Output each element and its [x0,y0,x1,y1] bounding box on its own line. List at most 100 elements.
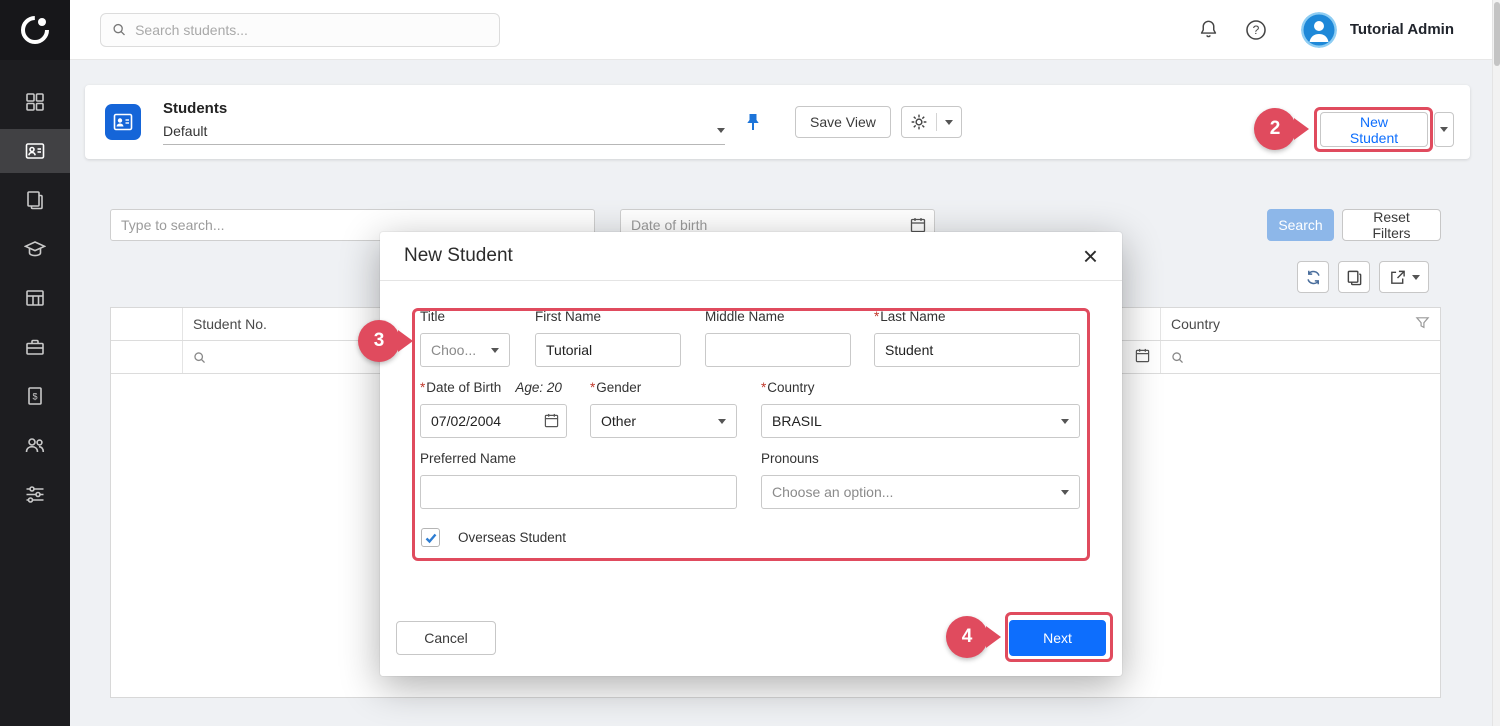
topbar: ? Tutorial Admin [70,0,1492,60]
chevron-down-icon [1061,419,1069,424]
notifications-button[interactable] [1198,19,1219,40]
modal-header: New Student × [380,232,1122,281]
close-icon[interactable]: × [1083,243,1098,269]
reset-filters-button[interactable]: Reset Filters [1342,209,1441,241]
topbar-right: ? Tutorial Admin [1172,12,1492,48]
global-search [100,13,500,47]
title-select[interactable]: Choo... [420,333,510,367]
save-view-button[interactable]: Save View [795,106,891,138]
search-button[interactable]: Search [1267,209,1334,241]
refresh-button[interactable] [1297,261,1329,293]
last-name-input[interactable] [874,333,1080,367]
graduation-cap-icon [24,238,46,260]
sidebar: $ [0,0,70,726]
annotation-step-4-badge: 4 [946,616,988,658]
briefcase-icon [24,336,46,358]
invoice-icon: $ [24,385,46,407]
svg-text:?: ? [1252,23,1259,37]
first-name-input[interactable] [535,333,681,367]
annotation-step-3-badge: 3 [358,320,400,362]
new-student-modal: New Student × Title Choo... First Name M… [380,232,1122,676]
people-icon [24,434,46,456]
students-icon [24,140,46,162]
table-icon [24,287,46,309]
sidebar-item-courses[interactable] [0,227,70,271]
overseas-student-checkbox[interactable] [421,528,440,547]
export-icon [1389,269,1406,286]
filter-cell-country[interactable] [1161,341,1440,373]
filter-cell-select [111,341,183,373]
search-icon [193,351,206,364]
student-card-icon [112,111,134,133]
app-logo[interactable] [0,0,70,60]
calendar-icon[interactable] [1135,348,1150,366]
cancel-button[interactable]: Cancel [396,621,496,655]
sidebar-item-tables[interactable] [0,276,70,320]
title-label: Title [420,309,445,324]
bell-icon [1198,19,1219,40]
sidebar-item-pages[interactable] [0,178,70,222]
avatar-icon [1301,12,1337,48]
middle-name-label: Middle Name [705,309,785,324]
sidebar-item-contacts[interactable] [0,423,70,467]
page-scrollbar[interactable] [1492,0,1500,726]
filter-funnel-icon[interactable] [1415,315,1430,333]
table-action-buttons [1297,261,1429,293]
gender-label: *Gender [590,380,641,395]
age-label: Age: 20 [515,380,562,395]
pin-icon [745,112,761,132]
calendar-icon[interactable] [544,413,559,433]
dob-label: *Date of BirthAge: 20 [420,380,562,395]
gear-icon [910,113,928,131]
chevron-down-icon [1412,275,1420,280]
next-button[interactable]: Next [1009,620,1106,656]
logo-icon [18,13,52,47]
sidebar-item-dashboard[interactable] [0,80,70,124]
pages-icon [24,189,46,211]
chevron-down-icon [1061,490,1069,495]
help-button[interactable]: ? [1245,19,1267,41]
overseas-student-label: Overseas Student [458,530,566,545]
view-select[interactable]: Default [163,123,725,145]
user-avatar[interactable] [1301,12,1337,48]
sidebar-nav: $ [0,80,70,516]
sidebar-item-students[interactable] [0,129,70,173]
sidebar-item-invoices[interactable]: $ [0,374,70,418]
copy-button[interactable] [1338,261,1370,293]
svg-text:$: $ [32,392,37,402]
modal-title: New Student [404,245,513,267]
copy-icon [1346,269,1363,286]
students-module-icon [105,104,141,140]
first-name-label: First Name [535,309,601,324]
dashboard-icon [24,91,46,113]
dob-field [420,404,567,438]
country-select[interactable]: BRASIL [761,404,1080,438]
view-header-titles: Students Default [163,100,725,145]
gender-select[interactable]: Other [590,404,737,438]
pronouns-select[interactable]: Choose an option... [761,475,1080,509]
refresh-icon [1305,269,1322,286]
global-search-input[interactable] [135,22,488,38]
annotation-step-2-badge: 2 [1254,108,1296,150]
help-icon: ? [1245,19,1267,41]
page-title: Students [163,100,725,117]
check-icon [424,531,438,545]
column-header-country[interactable]: Country [1161,308,1440,340]
pronouns-label: Pronouns [761,451,819,466]
column-header-select [111,308,183,340]
sidebar-item-jobs[interactable] [0,325,70,369]
view-settings-button[interactable] [901,106,962,138]
search-icon [112,22,126,37]
middle-name-input[interactable] [705,333,851,367]
new-student-menu-button[interactable] [1434,112,1454,147]
chevron-down-icon [1440,127,1448,132]
chevron-down-icon [491,348,499,353]
preferred-name-input[interactable] [420,475,737,509]
export-button[interactable] [1379,261,1429,293]
country-label: *Country [761,380,815,395]
screen: $ ? Tutorial Admin [0,0,1500,726]
new-student-button[interactable]: New Student [1320,112,1428,147]
pin-view-button[interactable] [745,112,761,132]
scrollbar-thumb[interactable] [1494,2,1500,66]
sidebar-item-settings[interactable] [0,472,70,516]
